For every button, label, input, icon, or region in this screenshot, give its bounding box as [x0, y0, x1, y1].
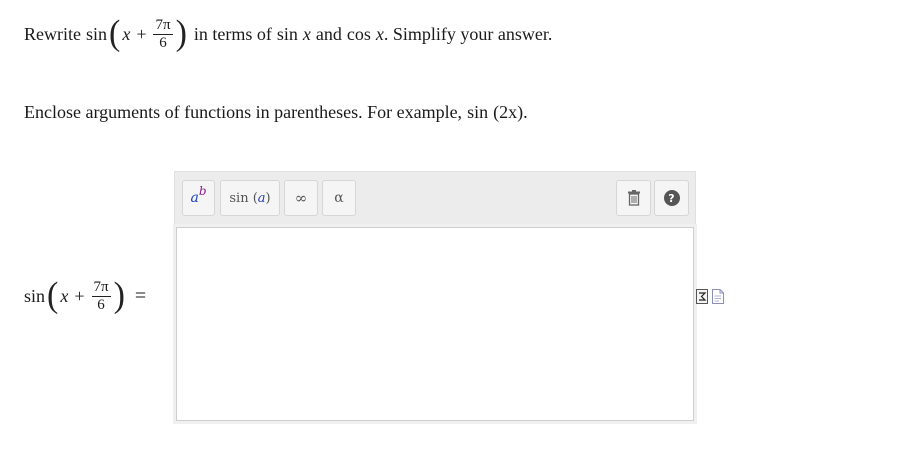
- answer-right-paren: ): [113, 276, 125, 315]
- sigma-doc-icon[interactable]: [696, 289, 708, 304]
- cos-word: cos: [346, 23, 371, 44]
- plus-sign: +: [136, 23, 147, 44]
- example-arg: (2x): [493, 101, 524, 122]
- answer-left-paren: (: [47, 276, 59, 315]
- document-icon[interactable]: [712, 289, 724, 304]
- right-paren: ): [175, 14, 187, 53]
- answer-frac-denominator: 6: [97, 296, 105, 313]
- x-variable: x: [122, 23, 131, 44]
- side-icons: [696, 289, 724, 304]
- trash-icon: [627, 190, 640, 206]
- equals-sign: =: [134, 284, 147, 307]
- answer-plus: +: [74, 285, 85, 306]
- x-variable-2: x: [302, 23, 311, 44]
- infinity-label: ∞: [294, 189, 308, 207]
- clear-button[interactable]: [616, 180, 651, 216]
- help-icon: ?: [663, 190, 680, 206]
- example-period: .: [523, 101, 528, 122]
- fraction-denominator: 6: [159, 34, 167, 51]
- instruction-text: Enclose arguments of functions in parent…: [24, 98, 528, 126]
- fraction-numerator: 7π: [153, 16, 173, 35]
- instruction-body: Enclose arguments of functions in parent…: [24, 101, 463, 122]
- answer-sin: sin: [24, 285, 46, 306]
- answer-x-variable: x: [60, 285, 69, 306]
- rewrite-word: Rewrite: [24, 23, 81, 44]
- question-text: Rewrite sin ( x + 7π 6 ) in terms of sin…: [24, 14, 552, 54]
- power-exponent: b: [198, 184, 207, 198]
- sin-function-button[interactable]: sin (a): [220, 180, 280, 216]
- sin-word-2: sin: [276, 23, 298, 44]
- power-button[interactable]: ab: [182, 180, 215, 216]
- greek-letters-button[interactable]: α: [322, 180, 356, 216]
- answer-frac-numerator: 7π: [91, 278, 111, 297]
- sin-button-label: sin: [229, 190, 249, 206]
- answer-fraction: 7π 6: [91, 278, 111, 313]
- answer-expression-label: sin ( x + 7π 6 ) =: [24, 276, 146, 316]
- infinity-button[interactable]: ∞: [284, 180, 318, 216]
- example-sin: sin: [467, 101, 489, 122]
- simplify-text: . Simplify your answer.: [383, 23, 553, 44]
- and-word: and: [315, 23, 342, 44]
- left-paren: (: [109, 14, 121, 53]
- sin-button-arg: a: [257, 190, 266, 206]
- alpha-label: α: [334, 190, 344, 206]
- in-terms-of-text: in terms of: [193, 23, 272, 44]
- x-variable-3: x: [375, 23, 384, 44]
- sin-function: sin: [85, 23, 107, 44]
- fraction-7pi-over-6: 7π 6: [153, 16, 173, 51]
- power-base: a: [190, 190, 199, 206]
- help-button[interactable]: ?: [654, 180, 689, 216]
- answer-input-area[interactable]: [176, 227, 694, 421]
- math-toolbar: ab sin (a) ∞ α ?: [174, 171, 696, 225]
